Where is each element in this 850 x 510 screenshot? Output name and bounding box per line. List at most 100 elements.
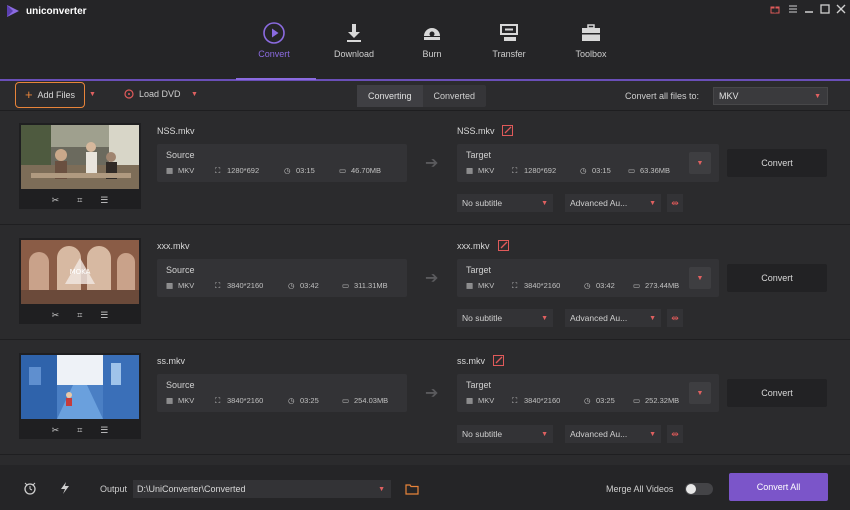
target-label: Target: [466, 265, 492, 275]
merge-split-icon[interactable]: ⇹: [667, 194, 683, 212]
effects-icon[interactable]: ☰: [100, 195, 108, 206]
target-file-name: NSS.mkv: [457, 126, 495, 136]
convert-button[interactable]: Convert: [727, 379, 827, 407]
convert-button[interactable]: Convert: [727, 149, 827, 177]
nav-toolbox[interactable]: Toolbox: [551, 20, 631, 59]
audio-select[interactable]: Advanced Au... ▼: [565, 194, 661, 212]
audio-select[interactable]: Advanced Au... ▼: [565, 425, 661, 443]
merge-all-videos-toggle[interactable]: [685, 483, 713, 495]
target-resolution: ⛶ 3840*2160: [512, 396, 561, 405]
trim-icon[interactable]: ✂: [52, 195, 60, 206]
clock-icon: ◷: [584, 396, 591, 405]
merge-split-icon[interactable]: ⇹: [667, 425, 683, 443]
resolution-icon: ⛶: [215, 166, 221, 175]
crop-icon[interactable]: ⌗: [77, 195, 82, 206]
tab-converted[interactable]: Converted: [423, 85, 487, 107]
edit-icon[interactable]: [502, 125, 513, 136]
trim-icon[interactable]: ✂: [52, 310, 60, 321]
folder-icon: ▭: [633, 281, 641, 290]
chevron-down-icon: ▼: [696, 159, 704, 167]
logo-icon: [7, 5, 19, 17]
title-bar: uniconverter Convert Download Burn Trans…: [0, 0, 850, 80]
target-settings-dropdown[interactable]: ▼: [689, 152, 711, 174]
convert-button[interactable]: Convert: [727, 264, 827, 292]
source-resolution: ⛶ 3840*2160: [215, 281, 264, 290]
source-duration: ◷ 03:25: [288, 396, 319, 405]
source-format: ▦ MKV: [166, 281, 195, 290]
add-files-button[interactable]: + Add Files: [15, 82, 85, 108]
effects-icon[interactable]: ☰: [100, 425, 108, 436]
folder-icon: ▭: [628, 166, 636, 175]
gift-icon[interactable]: [768, 2, 782, 16]
source-duration: ◷ 03:15: [284, 166, 315, 175]
clock-icon: ◷: [284, 166, 291, 175]
format-icon: ▦: [466, 281, 474, 290]
video-thumbnail[interactable]: ✂ ⌗ ☰: [19, 353, 141, 439]
edit-icon[interactable]: [493, 355, 504, 366]
target-settings-dropdown[interactable]: ▼: [689, 267, 711, 289]
chevron-down-icon: ▼: [649, 200, 656, 207]
subtitle-select[interactable]: No subtitle ▼: [457, 425, 553, 443]
effects-icon[interactable]: ☰: [100, 310, 108, 321]
minimize-icon[interactable]: [802, 2, 816, 16]
alarm-clock-icon[interactable]: [23, 481, 37, 495]
resolution-icon: ⛶: [512, 166, 518, 175]
nav-burn[interactable]: Burn: [392, 20, 472, 59]
thumbnail-tools: ✂ ⌗ ☰: [19, 191, 141, 209]
audio-select[interactable]: Advanced Au... ▼: [565, 309, 661, 327]
target-label: Target: [466, 380, 492, 390]
output-path-select[interactable]: D:\UniConverter\Converted ▼: [133, 480, 391, 498]
video-thumbnail[interactable]: ✂ ⌗ ☰: [19, 123, 141, 209]
video-thumbnail[interactable]: MOKA ✂ ⌗ ☰: [19, 238, 141, 324]
output-format-select[interactable]: MKV ▼: [713, 87, 828, 105]
nav-download[interactable]: Download: [314, 20, 394, 59]
target-info: Target ▦ MKV ⛶ 3840*2160 ◷ 03:42 ▭ 273.44MB: [457, 259, 719, 297]
svg-text:MOKA: MOKA: [70, 268, 91, 276]
menu-icon[interactable]: [786, 2, 800, 16]
merge-all-videos-label: Merge All Videos: [606, 484, 674, 494]
lightning-icon[interactable]: [58, 481, 72, 495]
transfer-icon: [498, 20, 520, 46]
source-label: Source: [166, 380, 195, 390]
source-size: ▭ 254.03MB: [342, 396, 389, 405]
add-files-dropdown-icon[interactable]: ▼: [89, 91, 96, 98]
convert-all-button[interactable]: Convert All: [729, 473, 828, 501]
target-resolution: ⛶ 1280*692: [512, 166, 557, 175]
clock-icon: ◷: [288, 281, 295, 290]
output-path-value: D:\UniConverter\Converted: [137, 484, 246, 494]
edit-icon[interactable]: [498, 240, 509, 251]
tab-converting[interactable]: Converting: [357, 85, 423, 107]
download-icon: [344, 20, 364, 46]
convert-icon: [262, 20, 286, 46]
load-dvd-button[interactable]: Load DVD: [124, 89, 181, 99]
folder-open-icon[interactable]: [405, 482, 419, 496]
maximize-icon[interactable]: [818, 2, 832, 16]
crop-icon[interactable]: ⌗: [77, 425, 82, 436]
target-settings-dropdown[interactable]: ▼: [689, 382, 711, 404]
trim-icon[interactable]: ✂: [52, 425, 60, 436]
load-dvd-dropdown-icon[interactable]: ▼: [191, 91, 198, 98]
arrow-right-icon: ➔: [425, 270, 439, 287]
thumbnail-tools: ✂ ⌗ ☰: [19, 421, 141, 439]
status-tabs: Converting Converted: [357, 85, 487, 107]
subtitle-select[interactable]: No subtitle ▼: [457, 309, 553, 327]
target-info: Target ▦ MKV ⛶ 1280*692 ◷ 03:15 ▭ 63.36MB: [457, 144, 719, 182]
toggle-knob: [686, 484, 696, 494]
active-tab-indicator: [236, 78, 316, 80]
source-info: Source ▦ MKV ⛶ 1280*692 ◷ 03:15 ▭ 46.70MB: [157, 144, 407, 182]
chevron-down-icon: ▼: [541, 315, 548, 322]
source-info: Source ▦ MKV ⛶ 3840*2160 ◷ 03:42 ▭ 311.31MB: [157, 259, 407, 297]
subtitle-select[interactable]: No subtitle ▼: [457, 194, 553, 212]
merge-split-icon[interactable]: ⇹: [667, 309, 683, 327]
nav-transfer[interactable]: Transfer: [469, 20, 549, 59]
format-icon: ▦: [166, 281, 174, 290]
close-icon[interactable]: [834, 2, 848, 16]
crop-icon[interactable]: ⌗: [77, 310, 82, 321]
thumbnail-image: [21, 355, 139, 419]
burn-icon: [421, 20, 443, 46]
thumbnail-tools: ✂ ⌗ ☰: [19, 306, 141, 324]
nav-label: Convert: [258, 49, 290, 59]
format-icon: ▦: [166, 166, 174, 175]
target-file-name: ss.mkv: [457, 356, 485, 366]
nav-convert[interactable]: Convert: [234, 20, 314, 59]
